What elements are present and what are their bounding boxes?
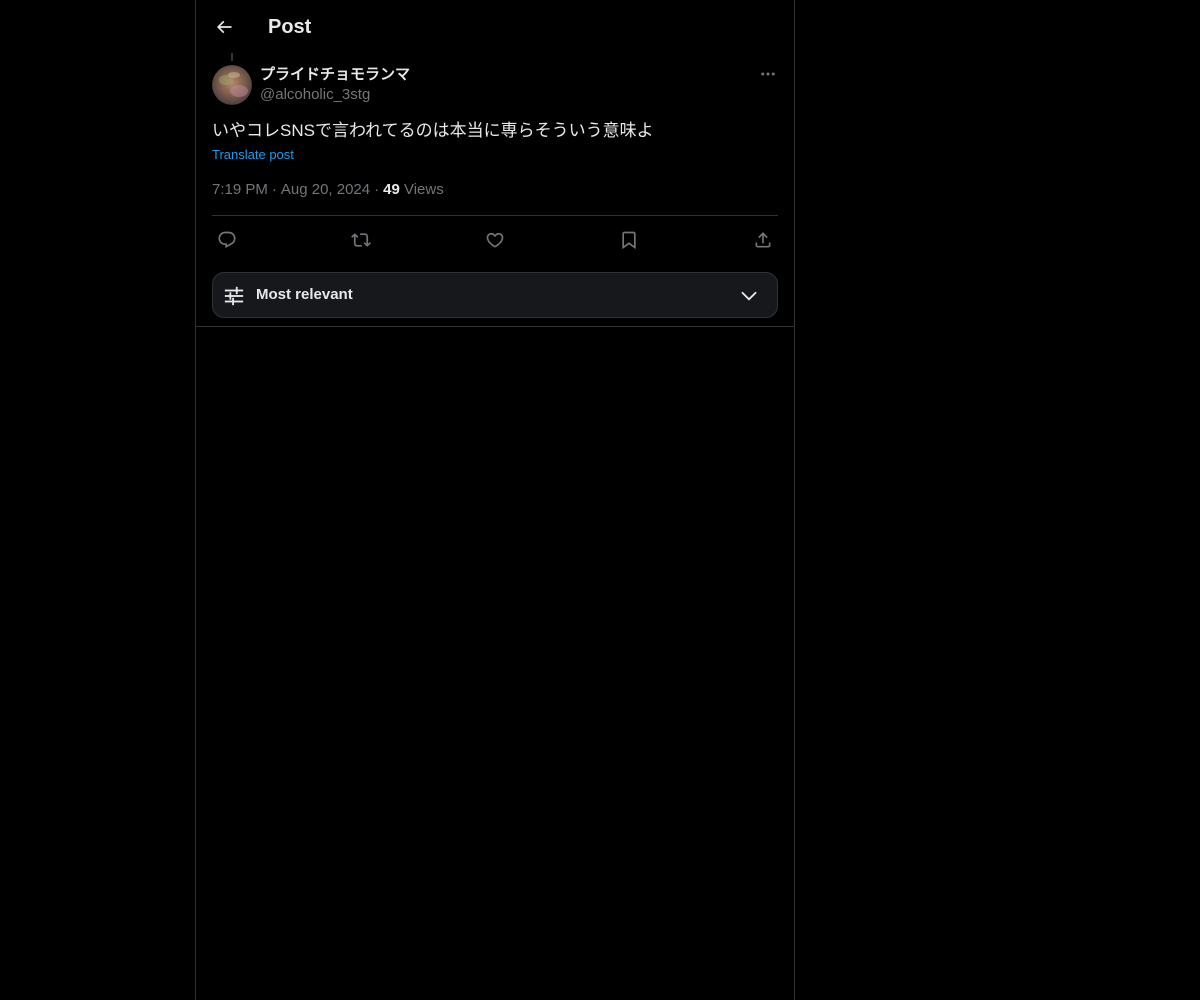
- avatar-image: [212, 65, 252, 105]
- translate-post-link[interactable]: Translate post: [212, 146, 294, 164]
- repost-button[interactable]: [346, 228, 376, 252]
- like-button[interactable]: [480, 228, 510, 252]
- reply-sort-dropdown[interactable]: Most relevant: [212, 272, 778, 318]
- page-header: Post: [196, 0, 794, 53]
- post-date[interactable]: Aug 20, 2024: [281, 181, 370, 198]
- meta-separator: ·: [271, 181, 277, 198]
- sort-label: Most relevant: [256, 286, 353, 303]
- arrow-left-icon: [216, 20, 232, 34]
- reply-button[interactable]: [212, 228, 242, 252]
- heart-icon: [486, 232, 504, 248]
- post-time[interactable]: 7:19 PM: [212, 181, 268, 198]
- post-metadata: 7:19 PM · Aug 20, 2024 · 49 Views: [212, 180, 444, 200]
- divider: [212, 215, 778, 216]
- page-title: Post: [268, 16, 312, 38]
- more-options-button[interactable]: [758, 64, 778, 84]
- meta-separator: ·: [374, 181, 380, 198]
- bookmark-icon: [622, 231, 636, 250]
- share-icon: [755, 232, 771, 248]
- back-button[interactable]: [207, 10, 241, 44]
- views-label: Views: [403, 181, 444, 198]
- author-handle[interactable]: @alcoholic_3stg: [260, 85, 370, 105]
- sliders-icon: [224, 286, 244, 306]
- chevron-down-icon: [741, 291, 757, 301]
- main-column: Post プライドチョモランマ @alcoholic_3stg いやコレSNSで…: [195, 0, 795, 1000]
- avatar[interactable]: [212, 65, 252, 105]
- repost-icon: [351, 233, 371, 247]
- views-count: 49: [383, 181, 400, 198]
- thread-connector-line: [231, 53, 233, 61]
- bookmark-button[interactable]: [614, 228, 644, 252]
- post-actions: [212, 228, 778, 252]
- section-divider: [196, 326, 794, 327]
- reply-icon: [218, 231, 236, 249]
- author-display-name[interactable]: プライドチョモランマ: [260, 65, 410, 85]
- more-horizontal-icon: [761, 72, 775, 76]
- share-button[interactable]: [748, 228, 778, 252]
- post-text: いやコレSNSで言われてるのは本当に専らそういう意味よ: [212, 121, 654, 140]
